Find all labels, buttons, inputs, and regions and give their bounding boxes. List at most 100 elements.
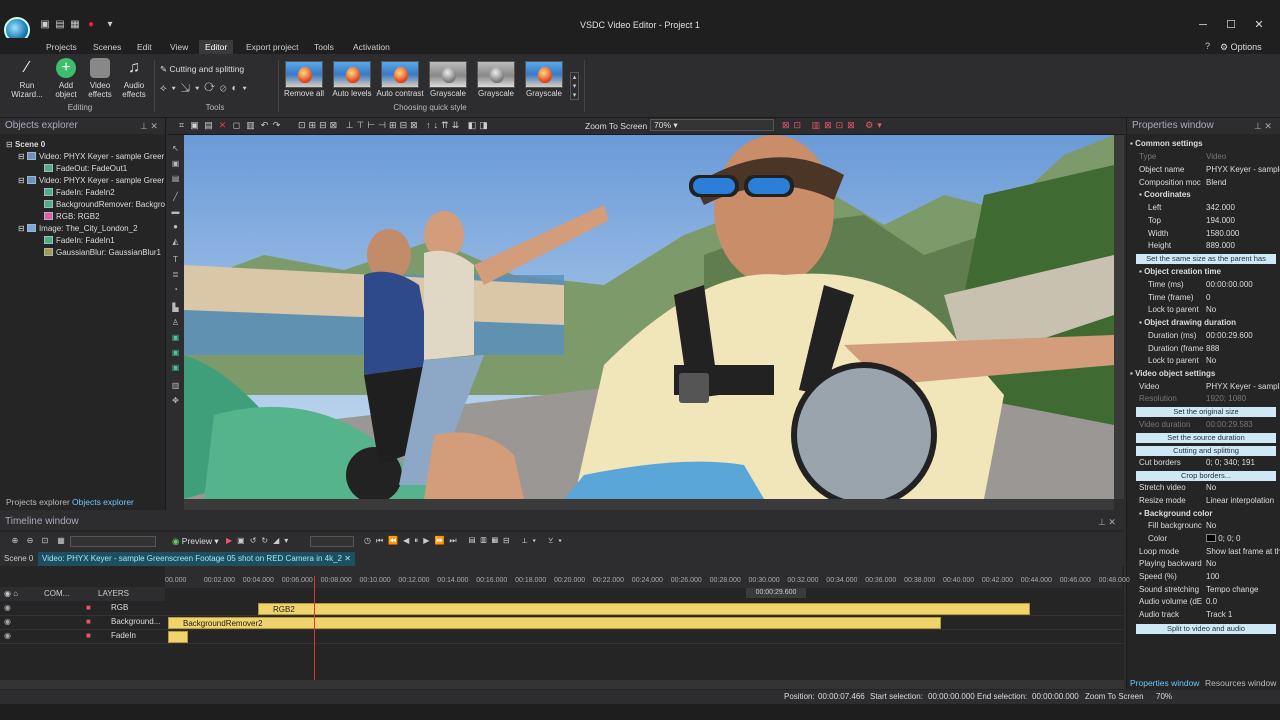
- eye-icon[interactable]: ◉: [4, 631, 11, 640]
- quick-style-auto-levels-thumb[interactable]: [333, 61, 371, 88]
- tree-item-background-remover[interactable]: BackgroundRemover: Backgro: [44, 199, 165, 211]
- prop-row[interactable]: Audio volume (dE 0.0: [1126, 596, 1280, 609]
- prop-row[interactable]: Left 342.000: [1126, 202, 1280, 215]
- pin-icon[interactable]: ⊥ ✕: [1098, 517, 1116, 528]
- original-size-button[interactable]: Set the original size: [1136, 407, 1276, 417]
- prop-row[interactable]: Resize mode Linear interpolation: [1126, 495, 1280, 508]
- clip-background-remover[interactable]: BackgroundRemover2: [168, 617, 941, 629]
- prop-row[interactable]: Height 889.000: [1126, 240, 1280, 253]
- section-creation[interactable]: ▪ Object creation time: [1126, 266, 1280, 279]
- prop-row[interactable]: Lock to parent No: [1126, 355, 1280, 368]
- quick-style-auto-contrast-thumb[interactable]: [381, 61, 419, 88]
- line-tool-icon[interactable]: ╱: [171, 192, 180, 201]
- menu-view[interactable]: View: [164, 40, 194, 54]
- quick-style-grayscale-thumb[interactable]: [429, 61, 467, 88]
- menu-activation[interactable]: Activation: [347, 40, 396, 54]
- prop-row[interactable]: Duration (frame 888: [1126, 343, 1280, 356]
- tree-item-fadein[interactable]: FadeIn: FadeIn2: [44, 187, 115, 199]
- eye-icon[interactable]: ◉: [4, 617, 11, 626]
- prop-row[interactable]: Fill backgrounc No: [1126, 520, 1280, 533]
- transport-controls[interactable]: ◷⏮⏪◀⏸▶⏩⏭ ▤▥▦⊟ ⊥▾ ⊻▾: [364, 536, 567, 546]
- close-icon[interactable]: ✕: [1252, 18, 1266, 32]
- close-tab-icon[interactable]: ✕: [344, 554, 351, 563]
- clip-fadein[interactable]: [168, 631, 188, 643]
- menu-tools[interactable]: Tools: [308, 40, 340, 54]
- zoom-in-icon[interactable]: ⊕: [10, 536, 20, 546]
- section-duration[interactable]: ▪ Object drawing duration: [1126, 317, 1280, 330]
- crop-icon[interactable]: ⌗: [176, 120, 187, 131]
- video-preview[interactable]: [184, 135, 1114, 499]
- prop-row[interactable]: Duration (ms) 00:00:29.600: [1126, 330, 1280, 343]
- zoom-select[interactable]: 70% ▾: [650, 119, 774, 131]
- source-duration-button[interactable]: Set the source duration: [1136, 433, 1276, 443]
- cut-icon[interactable]: ◻: [231, 120, 242, 131]
- chart-tool-icon[interactable]: ▙: [171, 303, 180, 312]
- tree-item-video[interactable]: ⊟ Video: PHYX Keyer - sample Greer: [18, 151, 164, 163]
- volume-combo[interactable]: [310, 536, 354, 547]
- video-effects-button[interactable]: Video effects: [84, 58, 116, 99]
- copy-icon[interactable]: ▤: [203, 120, 214, 131]
- menu-edit[interactable]: Edit: [131, 40, 158, 54]
- prop-row[interactable]: Resolution 1920; 1080: [1126, 393, 1280, 406]
- eye-icon[interactable]: ◉: [4, 603, 11, 612]
- prop-row[interactable]: Video duration 00:00:29.583: [1126, 419, 1280, 432]
- prop-row[interactable]: Time (frame) 0: [1126, 292, 1280, 305]
- text-tool-icon[interactable]: T: [171, 255, 180, 264]
- move-tool-icon[interactable]: ✥: [171, 396, 180, 405]
- quick-style-grayscale-thumb[interactable]: [525, 61, 563, 88]
- tree-item-scene[interactable]: ⊟ Scene 0: [6, 139, 45, 151]
- prop-row[interactable]: Speed (%) 100: [1126, 571, 1280, 584]
- timeline-scrollbar[interactable]: [0, 680, 1124, 689]
- cutting-splitting-prop-button[interactable]: Cutting and splitting: [1136, 446, 1276, 456]
- select-all-icon[interactable]: ▣: [189, 120, 200, 131]
- section-background[interactable]: ▪ Background color: [1126, 508, 1280, 521]
- prop-row[interactable]: Cut borders 0; 0; 340; 191: [1126, 457, 1280, 470]
- snap-tools[interactable]: ⊠⊡ ▥⊠⊡⊠ ⚙▾: [782, 120, 886, 131]
- playback-controls[interactable]: ▶▣↺↻◢▾: [226, 536, 293, 545]
- tree-item-rgb[interactable]: RGB: RGB2: [44, 211, 100, 223]
- prop-row[interactable]: Width 1580.000: [1126, 228, 1280, 241]
- split-audio-button[interactable]: Split to video and audio: [1136, 624, 1276, 634]
- timeline-combo[interactable]: [70, 536, 156, 547]
- clip-rgb[interactable]: RGB2: [258, 603, 1030, 615]
- quick-style-scroll[interactable]: ▴ ▾ ▾: [570, 72, 579, 100]
- pin-icon[interactable]: ⊥ ✕: [1254, 121, 1272, 132]
- color-value[interactable]: 0; 0; 0: [1206, 533, 1240, 546]
- fit-icon[interactable]: ⊡: [40, 536, 50, 546]
- subtitle-tool-icon[interactable]: ≣: [171, 270, 180, 279]
- prop-row[interactable]: Top 194.000: [1126, 215, 1280, 228]
- section-video[interactable]: ▪ Video object settings: [1126, 368, 1280, 381]
- preview-vertical-scrollbar[interactable]: [1114, 135, 1124, 499]
- tab-scene[interactable]: Scene 0: [4, 554, 33, 563]
- tab-properties-window[interactable]: Properties window: [1130, 678, 1199, 688]
- run-wizard-button[interactable]: ⁄ Run Wizard...: [6, 58, 48, 99]
- prop-row[interactable]: Object name PHYX Keyer - sample: [1126, 164, 1280, 177]
- tab-video-object[interactable]: Video: PHYX Keyer - sample Greenscreen F…: [38, 552, 355, 566]
- options-button[interactable]: ⚙ Options: [1220, 40, 1262, 54]
- prop-row[interactable]: Playing backward No: [1126, 558, 1280, 571]
- quick-style-grayscale-thumb[interactable]: [477, 61, 515, 88]
- prop-row[interactable]: Time (ms) 00:00:00.000: [1126, 279, 1280, 292]
- pin-icon[interactable]: ⊥ ✕: [140, 121, 158, 132]
- preview-horizontal-scrollbar[interactable]: [184, 499, 1114, 510]
- undo-icon[interactable]: ↶: [259, 120, 270, 131]
- rect-tool-icon[interactable]: ▬: [171, 207, 180, 216]
- audio-effects-button[interactable]: ♫ Audio effects: [118, 58, 150, 99]
- speech-bubble-icon[interactable]: ◔: [171, 285, 180, 294]
- prop-row[interactable]: Type Video: [1126, 151, 1280, 164]
- end-marker[interactable]: 00:00:29.600: [746, 588, 806, 598]
- cursor-icon[interactable]: ↖: [171, 144, 180, 153]
- prop-row[interactable]: Loop mode Show last frame at th: [1126, 546, 1280, 559]
- zoom-out-icon[interactable]: ⊖: [25, 536, 35, 546]
- crop-borders-button[interactable]: Crop borders...: [1136, 471, 1276, 481]
- spectrum-tool-icon[interactable]: ▥: [171, 381, 180, 390]
- prop-row[interactable]: Lock to parent No: [1126, 304, 1280, 317]
- menu-export-project[interactable]: Export project: [240, 40, 304, 54]
- minimize-icon[interactable]: ─: [1196, 18, 1210, 32]
- delete-icon[interactable]: ✕: [217, 120, 228, 131]
- help-icon[interactable]: ?: [1205, 41, 1210, 51]
- menu-scenes[interactable]: Scenes: [87, 40, 127, 54]
- tree-item-gaussian-blur[interactable]: GaussianBlur: GaussianBlur1: [44, 247, 161, 259]
- tree-item-video[interactable]: ⊟ Video: PHYX Keyer - sample Greer: [18, 175, 164, 187]
- image-tool-icon[interactable]: ▤: [171, 174, 180, 183]
